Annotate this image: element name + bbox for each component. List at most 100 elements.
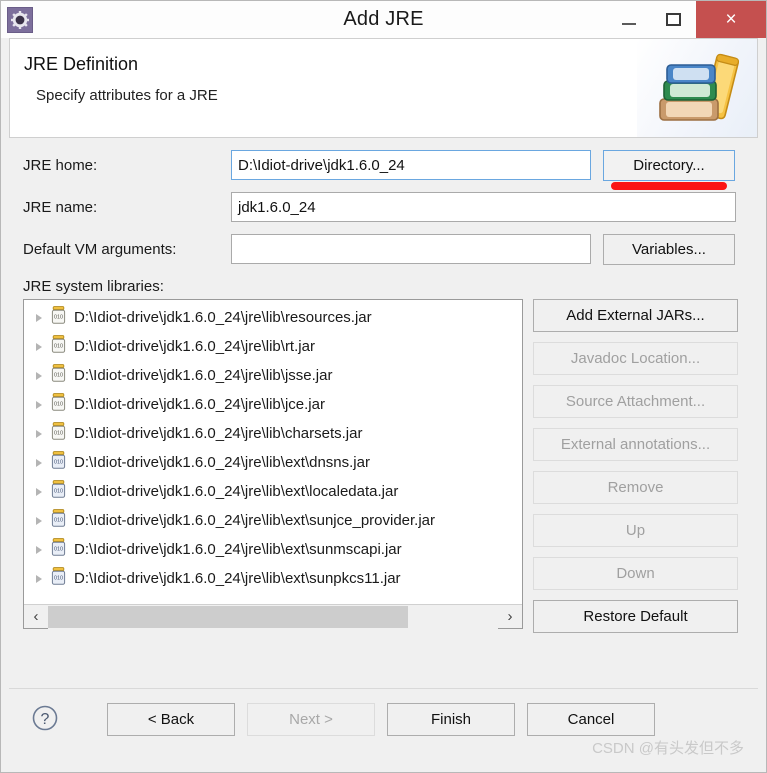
wizard-button-finish[interactable]: Finish bbox=[387, 703, 515, 736]
svg-text:010: 010 bbox=[54, 518, 63, 524]
library-button-remove: Remove bbox=[533, 471, 738, 504]
system-libraries-list[interactable]: 010 D:\Idiot-drive\jdk1.6.0_24\jre\lib\re… bbox=[23, 299, 523, 629]
wizard-nav-buttons: < Back Next > Finish Cancel bbox=[107, 703, 655, 736]
jre-home-input[interactable]: D:\Idiot-drive\jdk1.6.0_24 bbox=[231, 150, 591, 180]
vm-arguments-input[interactable] bbox=[231, 234, 591, 264]
list-item-label: D:\Idiot-drive\jdk1.6.0_24\jre\lib\ext\s… bbox=[74, 570, 401, 587]
wizard-button-back[interactable]: < Back bbox=[107, 703, 235, 736]
expand-arrow-icon[interactable] bbox=[36, 545, 42, 554]
jar-ext-icon: 010 bbox=[50, 451, 67, 474]
scroll-right-icon[interactable]: › bbox=[498, 605, 522, 629]
svg-text:010: 010 bbox=[54, 431, 63, 437]
svg-text:010: 010 bbox=[54, 460, 63, 466]
svg-text:010: 010 bbox=[54, 489, 63, 495]
svg-text:010: 010 bbox=[54, 576, 63, 582]
variables-button[interactable]: Variables... bbox=[603, 233, 735, 265]
minimize-icon bbox=[621, 22, 636, 25]
jre-home-row: JRE home: D:\Idiot-drive\jdk1.6.0_24 Dir… bbox=[9, 149, 758, 190]
library-button-add-external-jars[interactable]: Add External JARs... bbox=[533, 299, 738, 332]
svg-text:010: 010 bbox=[54, 344, 63, 350]
help-circle-icon[interactable]: ? bbox=[31, 704, 59, 737]
books-icon bbox=[654, 52, 749, 133]
list-item[interactable]: 010 D:\Idiot-drive\jdk1.6.0_24\jre\lib\ex… bbox=[24, 477, 522, 506]
close-button[interactable]: × bbox=[696, 1, 766, 38]
vm-arguments-row: Default VM arguments: Variables... bbox=[9, 233, 758, 265]
svg-text:?: ? bbox=[41, 711, 50, 728]
list-item-label: D:\Idiot-drive\jdk1.6.0_24\jre\lib\chars… bbox=[74, 425, 363, 442]
expand-arrow-icon[interactable] bbox=[36, 458, 42, 467]
list-item[interactable]: 010 D:\Idiot-drive\jdk1.6.0_24\jre\lib\ex… bbox=[24, 564, 522, 593]
horizontal-scrollbar[interactable]: ‹ › bbox=[24, 604, 522, 629]
jar-icon: 010 bbox=[50, 335, 67, 358]
list-item-label: D:\Idiot-drive\jdk1.6.0_24\jre\lib\jce.j… bbox=[74, 396, 325, 413]
library-button-external-annotations: External annotations... bbox=[533, 428, 738, 461]
jar-icon: 010 bbox=[50, 306, 67, 329]
svg-text:010: 010 bbox=[54, 547, 63, 553]
list-item-label: D:\Idiot-drive\jdk1.6.0_24\jre\lib\jsse.… bbox=[74, 367, 333, 384]
list-item-label: D:\Idiot-drive\jdk1.6.0_24\jre\lib\ext\d… bbox=[74, 454, 370, 471]
scrollbar-thumb[interactable] bbox=[48, 605, 408, 628]
watermark: CSDN @有头发但不多 bbox=[592, 740, 744, 757]
jre-name-row: JRE name: jdk1.6.0_24 bbox=[9, 192, 758, 222]
close-icon: × bbox=[725, 9, 737, 30]
jre-name-input[interactable]: jdk1.6.0_24 bbox=[231, 192, 736, 222]
page-subtitle: Specify attributes for a JRE bbox=[36, 87, 218, 104]
wizard-button-cancel[interactable]: Cancel bbox=[527, 703, 655, 736]
list-item[interactable]: 010 D:\Idiot-drive\jdk1.6.0_24\jre\lib\ex… bbox=[24, 535, 522, 564]
svg-text:010: 010 bbox=[54, 373, 63, 379]
jar-ext-icon: 010 bbox=[50, 509, 67, 532]
list-item-label: D:\Idiot-drive\jdk1.6.0_24\jre\lib\ext\s… bbox=[74, 541, 402, 558]
jar-icon: 010 bbox=[50, 422, 67, 445]
library-button-javadoc-location: Javadoc Location... bbox=[533, 342, 738, 375]
expand-arrow-icon[interactable] bbox=[36, 487, 42, 496]
library-button-restore-default[interactable]: Restore Default bbox=[533, 600, 738, 633]
expand-arrow-icon[interactable] bbox=[36, 400, 42, 409]
jar-ext-icon: 010 bbox=[50, 538, 67, 561]
list-items-container: 010 D:\Idiot-drive\jdk1.6.0_24\jre\lib\re… bbox=[24, 300, 522, 604]
jar-ext-icon: 010 bbox=[50, 567, 67, 590]
library-button-down: Down bbox=[533, 557, 738, 590]
annotation-underline bbox=[611, 181, 727, 190]
expand-arrow-icon[interactable] bbox=[36, 313, 42, 322]
page-title: JRE Definition bbox=[24, 54, 139, 74]
dialog-footer: ? < Back Next > Finish Cancel CSDN @有头发但不多 bbox=[9, 688, 758, 764]
list-item-label: D:\Idiot-drive\jdk1.6.0_24\jre\lib\rt.ja… bbox=[74, 338, 315, 355]
list-item-label: D:\Idiot-drive\jdk1.6.0_24\jre\lib\ext\l… bbox=[74, 483, 399, 500]
expand-arrow-icon[interactable] bbox=[36, 516, 42, 525]
svg-text:010: 010 bbox=[54, 315, 63, 321]
scrollbar-track[interactable] bbox=[48, 604, 498, 629]
list-item-label: D:\Idiot-drive\jdk1.6.0_24\jre\lib\resou… bbox=[74, 309, 372, 326]
expand-arrow-icon[interactable] bbox=[36, 429, 42, 438]
window-controls: × bbox=[606, 1, 766, 38]
maximize-icon bbox=[666, 13, 681, 26]
list-item[interactable]: 010 D:\Idiot-drive\jdk1.6.0_24\jre\lib\ex… bbox=[24, 448, 522, 477]
jar-ext-icon: 010 bbox=[50, 480, 67, 503]
expand-arrow-icon[interactable] bbox=[36, 574, 42, 583]
list-item[interactable]: 010 D:\Idiot-drive\jdk1.6.0_24\jre\lib\rt… bbox=[24, 332, 522, 361]
list-item[interactable]: 010 D:\Idiot-drive\jdk1.6.0_24\jre\lib\ch… bbox=[24, 419, 522, 448]
scroll-left-icon[interactable]: ‹ bbox=[24, 605, 48, 629]
list-item[interactable]: 010 D:\Idiot-drive\jdk1.6.0_24\jre\lib\jc… bbox=[24, 390, 522, 419]
svg-text:010: 010 bbox=[54, 402, 63, 408]
list-item[interactable]: 010 D:\Idiot-drive\jdk1.6.0_24\jre\lib\re… bbox=[24, 303, 522, 332]
system-libraries-label: JRE system libraries: bbox=[23, 278, 164, 295]
wizard-button-next: Next > bbox=[247, 703, 375, 736]
directory-button[interactable]: Directory... bbox=[603, 149, 735, 181]
list-item[interactable]: 010 D:\Idiot-drive\jdk1.6.0_24\jre\lib\ex… bbox=[24, 506, 522, 535]
jar-icon: 010 bbox=[50, 393, 67, 416]
library-action-buttons: Add External JARs... Javadoc Location... S… bbox=[533, 299, 738, 633]
expand-arrow-icon[interactable] bbox=[36, 342, 42, 351]
list-item[interactable]: 010 D:\Idiot-drive\jdk1.6.0_24\jre\lib\js… bbox=[24, 361, 522, 390]
wizard-header: JRE Definition Specify attributes for a … bbox=[9, 38, 758, 138]
expand-arrow-icon[interactable] bbox=[36, 371, 42, 380]
jar-icon: 010 bbox=[50, 364, 67, 387]
title-bar: Add JRE × bbox=[1, 1, 766, 38]
system-libraries-area: 010 D:\Idiot-drive\jdk1.6.0_24\jre\lib\re… bbox=[9, 299, 758, 633]
list-item-label: D:\Idiot-drive\jdk1.6.0_24\jre\lib\ext\s… bbox=[74, 512, 436, 529]
maximize-button[interactable] bbox=[651, 1, 696, 38]
add-jre-dialog: Add JRE × JRE Definition Specify attribu… bbox=[0, 0, 767, 773]
minimize-button[interactable] bbox=[606, 1, 651, 38]
gear-icon bbox=[7, 6, 33, 33]
jre-name-label: JRE name: bbox=[23, 198, 98, 216]
library-button-up: Up bbox=[533, 514, 738, 547]
